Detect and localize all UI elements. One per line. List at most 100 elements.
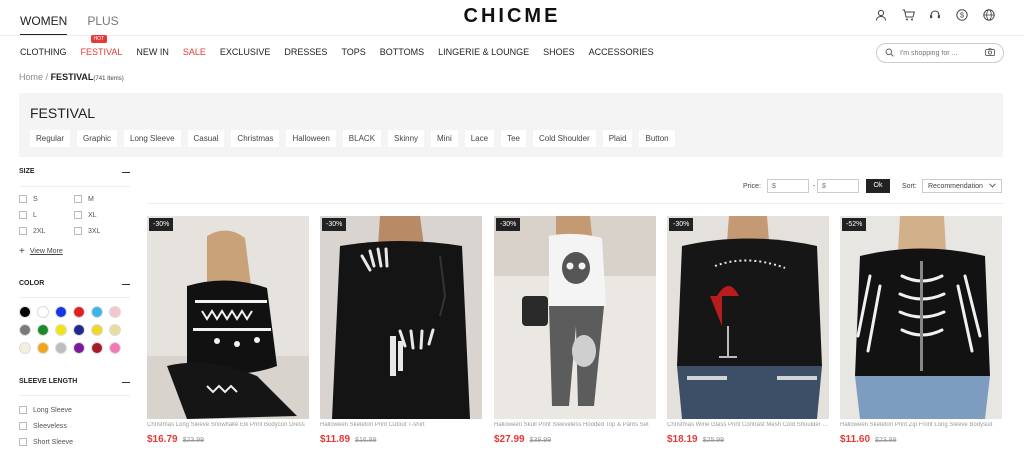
size-option[interactable]: 3XL (74, 227, 100, 235)
nav-exclusive[interactable]: EXCLUSIVE (220, 47, 271, 57)
collapse-icon[interactable] (122, 172, 130, 173)
tag-chip[interactable]: Halloween (286, 130, 336, 147)
product-name[interactable]: Halloween Skeleton Print Cutout T-shirt (320, 422, 482, 428)
collapse-icon[interactable] (122, 382, 130, 383)
color-swatch[interactable] (109, 342, 121, 354)
product-name[interactable]: Christmas Long Sleeve Snowflake Elk Prin… (147, 422, 309, 428)
color-swatch[interactable] (73, 306, 85, 318)
color-swatch[interactable] (37, 342, 49, 354)
product-card[interactable]: -52% Halloween Skeleton Print Zip Front … (840, 216, 1002, 445)
product-image[interactable]: -30% (320, 216, 482, 419)
nav-accessories[interactable]: ACCESSORIES (589, 47, 654, 57)
color-filter-header[interactable]: COLOR (19, 280, 130, 287)
tag-chip[interactable]: Button (639, 130, 675, 147)
color-swatch[interactable] (55, 324, 67, 336)
checkbox[interactable] (19, 422, 27, 430)
color-swatch[interactable] (91, 342, 103, 354)
nav-dresses[interactable]: DRESSES (284, 47, 327, 57)
product-card[interactable]: -30% Christmas Long Sleeve Snowflake Elk… (147, 216, 309, 445)
view-more-link[interactable]: + View More (19, 246, 63, 257)
cart-icon[interactable] (901, 8, 915, 22)
tag-chip[interactable]: Long Sleeve (124, 130, 181, 147)
product-name[interactable]: Halloween Skull Print Sleeveless Hooded … (494, 422, 656, 428)
tag-chip[interactable]: Regular (30, 130, 71, 147)
tag-chip[interactable]: Mini (431, 130, 458, 147)
color-swatch[interactable] (73, 342, 85, 354)
checkbox[interactable] (19, 227, 27, 235)
tag-chip[interactable]: Skinny (388, 130, 425, 147)
search-box[interactable] (876, 43, 1004, 63)
tab-women[interactable]: WOMEN (20, 14, 68, 36)
currency-icon[interactable]: $ (955, 8, 969, 22)
nav-tops[interactable]: TOPS (341, 47, 365, 57)
size-option[interactable]: M (74, 195, 94, 203)
tag-chip[interactable]: Cold Shoulder (532, 130, 596, 147)
user-icon[interactable] (874, 8, 888, 22)
nav-new-in[interactable]: NEW IN (136, 47, 169, 57)
breadcrumb-home[interactable]: Home (19, 72, 43, 82)
sort-select[interactable]: Recommendation (922, 179, 1002, 193)
size-option[interactable]: XL (74, 211, 97, 219)
nav-sale[interactable]: SALE (183, 47, 206, 57)
product-card[interactable]: -30% Halloween Skull Print Sleeveless Ho… (494, 216, 656, 445)
color-swatch[interactable] (37, 324, 49, 336)
tag-chip[interactable]: Christmas (231, 130, 280, 147)
nav-shoes[interactable]: SHOES (543, 47, 575, 57)
color-swatch[interactable] (55, 342, 67, 354)
price-max-input[interactable] (817, 179, 859, 193)
checkbox[interactable] (19, 211, 27, 219)
color-swatch[interactable] (91, 324, 103, 336)
collapse-icon[interactable] (122, 284, 130, 285)
nav-bottoms[interactable]: BOTTOMS (380, 47, 424, 57)
size-filter-header[interactable]: SIZE (19, 168, 130, 175)
checkbox[interactable] (19, 406, 27, 414)
support-icon[interactable] (928, 8, 942, 22)
price-ok-button[interactable]: Ok (866, 179, 890, 193)
product-card[interactable]: -30% Halloween Skeleton Print Cutout T-s… (320, 216, 482, 445)
tag-chip[interactable]: Plaid (602, 130, 633, 147)
color-swatch[interactable] (19, 306, 31, 318)
size-option[interactable]: 2XL (19, 227, 45, 235)
tab-plus[interactable]: PLUS (87, 14, 118, 36)
search-input[interactable] (900, 49, 979, 57)
price-min-input[interactable] (767, 179, 809, 193)
camera-icon[interactable] (985, 48, 995, 58)
color-swatch[interactable] (37, 306, 49, 318)
checkbox[interactable] (19, 195, 27, 203)
color-swatch[interactable] (109, 324, 121, 336)
logo[interactable]: CHICME (464, 5, 561, 27)
tag-chip[interactable]: BLACK (342, 130, 382, 147)
globe-icon[interactable] (982, 8, 996, 22)
color-swatch[interactable] (109, 306, 121, 318)
checkbox[interactable] (74, 195, 82, 203)
product-name[interactable]: Halloween Skeleton Print Zip Front Long … (840, 422, 1002, 428)
tag-chip[interactable]: Casual (187, 130, 225, 147)
product-name[interactable]: Christmas Wine Glass Print Contrast Mesh… (667, 422, 829, 428)
sleeve-option[interactable]: Long Sleeve (19, 406, 72, 414)
checkbox[interactable] (19, 438, 27, 446)
sleeve-option[interactable]: Sleeveless (19, 422, 67, 430)
product-image[interactable]: -30% (147, 216, 309, 419)
tag-chip[interactable]: Graphic (77, 130, 118, 147)
product-image[interactable]: -30% (667, 216, 829, 419)
nav-lingerie-lounge[interactable]: LINGERIE & LOUNGE (438, 47, 529, 57)
color-swatch[interactable] (91, 306, 103, 318)
checkbox[interactable] (74, 211, 82, 219)
product-card[interactable]: -30% Christmas Wine Glass Print Contrast… (667, 216, 829, 445)
sleeve-filter-header[interactable]: SLEEVE LENGTH (19, 378, 130, 385)
checkbox[interactable] (74, 227, 82, 235)
color-swatch[interactable] (73, 324, 85, 336)
sleeve-option[interactable]: Short Sleeve (19, 438, 73, 446)
nav-clothing[interactable]: CLOTHING (20, 47, 67, 57)
product-image[interactable]: -52% (840, 216, 1002, 419)
search-icon[interactable] (885, 48, 894, 59)
size-option[interactable]: L (19, 211, 37, 219)
nav-festival[interactable]: HOT FESTIVAL (81, 35, 122, 57)
color-swatch[interactable] (55, 306, 67, 318)
tag-chip[interactable]: Tee (501, 130, 526, 147)
color-swatch[interactable] (19, 324, 31, 336)
product-image[interactable]: -30% (494, 216, 656, 419)
size-option[interactable]: S (19, 195, 38, 203)
color-swatch[interactable] (19, 342, 31, 354)
tag-chip[interactable]: Lace (464, 130, 495, 147)
